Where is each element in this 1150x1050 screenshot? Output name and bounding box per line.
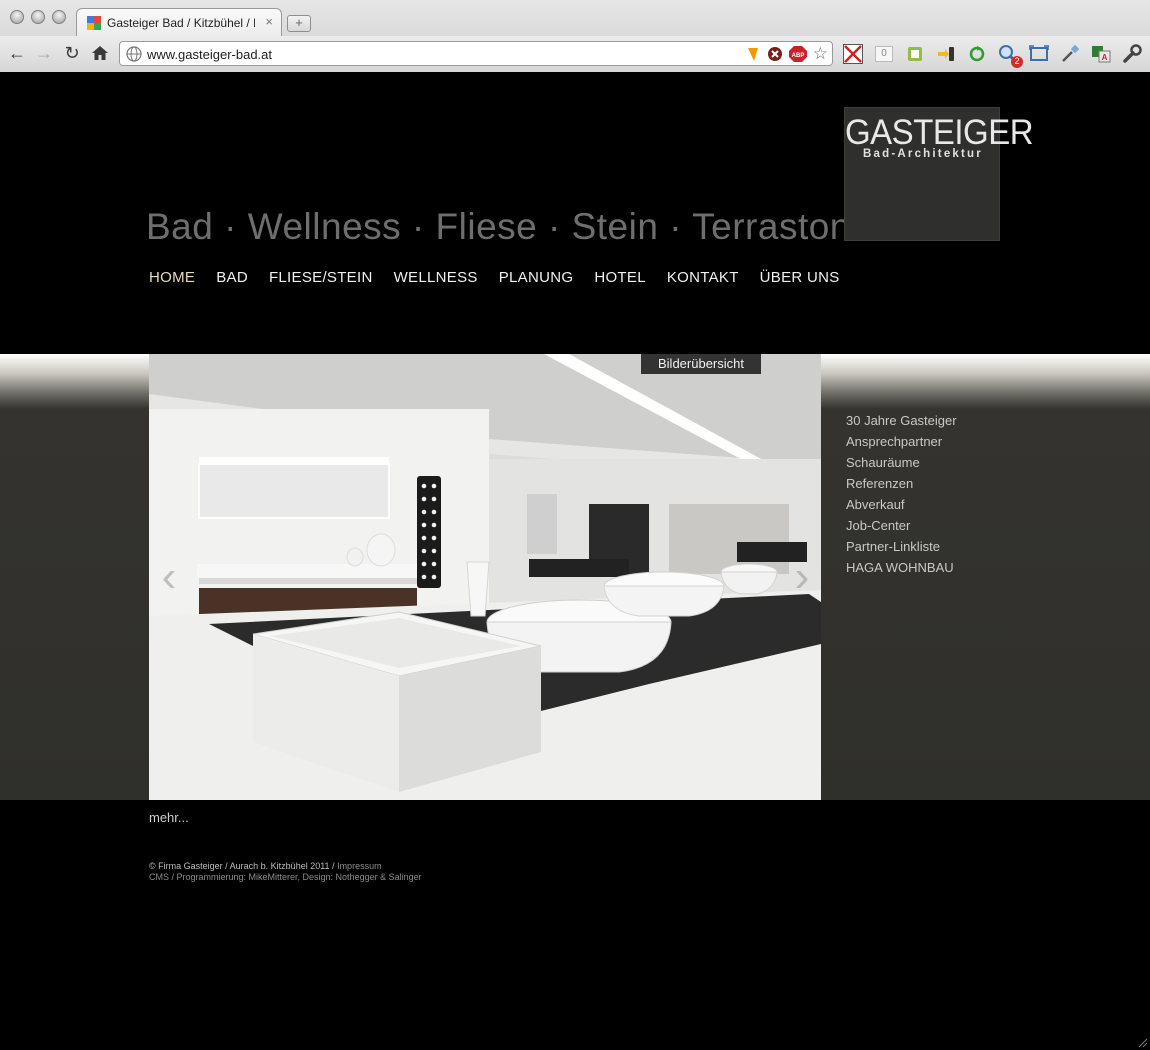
tab-close-icon[interactable]: ×: [265, 15, 273, 29]
forward-arrow-icon[interactable]: →: [33, 42, 55, 64]
counter-badge-icon[interactable]: 0: [873, 43, 895, 65]
nav-kontakt[interactable]: KONTAKT: [667, 269, 739, 286]
sidenav-30-jahre[interactable]: 30 Jahre Gasteiger: [846, 410, 957, 431]
url-text: www.gasteiger-bad.at: [147, 47, 273, 62]
sidenav-haga-wohnbau[interactable]: HAGA WOHNBAU: [846, 557, 957, 578]
nav-wellness[interactable]: WELLNESS: [394, 269, 478, 286]
image-overview-button[interactable]: Bilderübersicht: [641, 354, 761, 374]
tab-title: Gasteiger Bad / Kitzbühel / B: [107, 16, 255, 30]
svg-text:ABP: ABP: [791, 53, 804, 59]
wrench-menu-icon[interactable]: [1121, 43, 1143, 65]
extensions-area: 0 2 A: [842, 43, 1143, 68]
browser-tab[interactable]: Gasteiger Bad / Kitzbühel / B ×: [76, 8, 282, 36]
zoom-magnifier-icon[interactable]: 2: [997, 43, 1023, 68]
site-tagline: Bad · Wellness · Fliese · Stein · Terras…: [146, 206, 872, 247]
address-bar[interactable]: www.gasteiger-bad.at ABP ☆: [119, 41, 833, 66]
home-icon[interactable]: [89, 42, 111, 64]
close-x-extension-icon[interactable]: [842, 43, 864, 65]
translate-icon[interactable]: A: [1090, 43, 1112, 65]
resize-grip-icon[interactable]: [1136, 1036, 1148, 1048]
nav-planung[interactable]: PLANUNG: [499, 269, 574, 286]
main-navigation: HOME BAD FLIESE/STEIN WELLNESS PLANUNG H…: [149, 269, 861, 286]
logo-subtitle: Bad-Architektur: [863, 148, 983, 160]
tab-strip: Gasteiger Bad / Kitzbühel / B × +: [0, 0, 1150, 36]
sidenav-abverkauf[interactable]: Abverkauf: [846, 494, 957, 515]
sidenav-referenzen[interactable]: Referenzen: [846, 473, 957, 494]
footer-credits: CMS / Programmierung: MikeMitterer, Desi…: [149, 872, 422, 882]
web-page: Bad · Wellness · Fliese · Stein · Terras…: [0, 72, 1150, 1050]
close-window-button[interactable]: [10, 10, 24, 24]
gasteiger-logo[interactable]: GASTEIGER Bad-Architektur: [844, 107, 1034, 241]
new-tab-button[interactable]: +: [287, 15, 311, 32]
sidenav-partner-linkliste[interactable]: Partner-Linkliste: [846, 536, 957, 557]
more-link[interactable]: mehr...: [149, 810, 189, 825]
send-to-phone-icon[interactable]: [935, 43, 957, 65]
zoom-window-button[interactable]: [52, 10, 66, 24]
reload-icon[interactable]: ↻: [61, 42, 83, 64]
eyedropper-icon[interactable]: [1059, 43, 1081, 65]
typo3-icon[interactable]: [745, 46, 761, 62]
evernote-icon[interactable]: [904, 43, 926, 65]
browser-chrome: Gasteiger Bad / Kitzbühel / B × + ← → ↻ …: [0, 0, 1150, 72]
nav-bad[interactable]: BAD: [216, 269, 248, 286]
globe-icon: [126, 46, 142, 62]
adblock-icon[interactable]: ABP: [788, 46, 807, 62]
google-favicon-icon: [87, 16, 101, 30]
counter-badge: 0: [875, 46, 893, 62]
minimize-window-button[interactable]: [31, 10, 45, 24]
zoom-badge: 2: [1011, 56, 1023, 68]
back-arrow-icon[interactable]: ←: [6, 42, 28, 64]
footer-line-1: © Firma Gasteiger / Aurach b. Kitzbühel …: [149, 861, 422, 872]
address-bar-icons: ABP ☆: [745, 45, 828, 63]
hero-image-bathroom-showroom[interactable]: [149, 354, 821, 800]
sidenav-ansprechpartner[interactable]: Ansprechpartner: [846, 431, 957, 452]
next-arrow-icon[interactable]: ›: [785, 553, 819, 601]
footer: © Firma Gasteiger / Aurach b. Kitzbühel …: [149, 861, 422, 883]
bookmark-star-icon[interactable]: ☆: [813, 45, 828, 63]
side-navigation: 30 Jahre Gasteiger Ansprechpartner Schau…: [846, 410, 957, 578]
nav-home[interactable]: HOME: [149, 269, 195, 286]
prev-arrow-icon[interactable]: ‹: [152, 553, 186, 601]
browser-toolbar: ← → ↻ www.gasteiger-bad.at ABP ☆ 0 2 A: [0, 36, 1150, 72]
impressum-link[interactable]: Impressum: [337, 861, 382, 871]
logo-name: GASTEIGER: [845, 111, 1034, 152]
svg-text:A: A: [1102, 53, 1108, 62]
sidenav-job-center[interactable]: Job-Center: [846, 515, 957, 536]
nav-ueber-uns[interactable]: ÜBER UNS: [760, 269, 840, 286]
refresh-extension-icon[interactable]: [966, 43, 988, 65]
screen-capture-icon[interactable]: [1028, 43, 1050, 65]
nav-fliese-stein[interactable]: FLIESE/STEIN: [269, 269, 373, 286]
sidenav-schauraeume[interactable]: Schauräume: [846, 452, 957, 473]
nav-hotel[interactable]: HOTEL: [594, 269, 646, 286]
footer-copyright: © Firma Gasteiger / Aurach b. Kitzbühel …: [149, 861, 338, 871]
block-icon[interactable]: [767, 46, 783, 62]
